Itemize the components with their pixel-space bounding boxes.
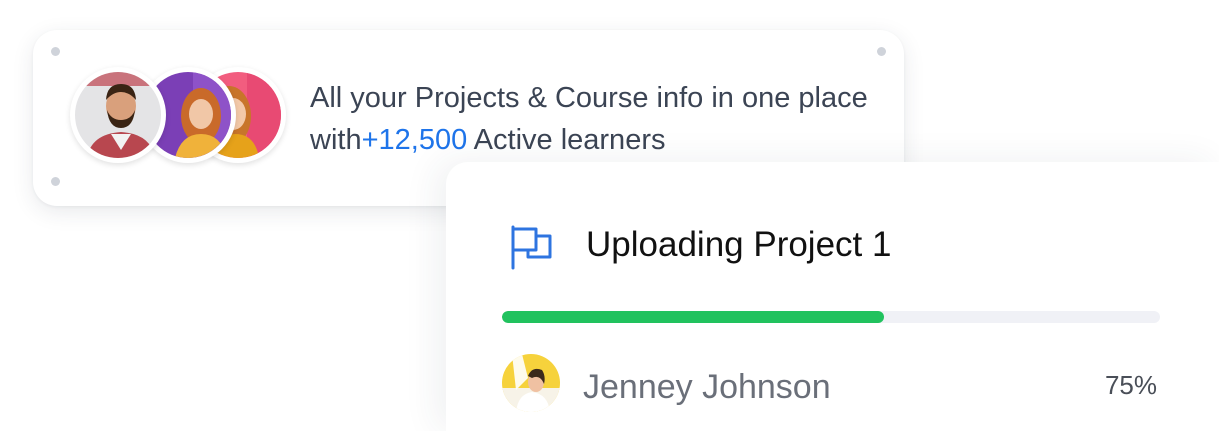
- upload-progress-bar: [502, 311, 1160, 323]
- promo-text-suffix: Active learners: [467, 124, 666, 156]
- learner-count: +12,500: [361, 124, 468, 156]
- upload-title: Uploading Project 1: [586, 225, 892, 264]
- progress-percent: 75%: [1104, 370, 1157, 400]
- man-avatar: [75, 72, 161, 158]
- promo-text: All your Projects & Course info in one p…: [310, 77, 870, 161]
- progress-fill: [502, 311, 884, 323]
- corner-dot: [51, 177, 60, 186]
- upload-card: Uploading Project 1 Jenney Johnson 75%: [446, 162, 1219, 431]
- avatar: [70, 67, 166, 163]
- user-name: Jenney Johnson: [583, 368, 831, 406]
- flag-icon: [508, 224, 554, 270]
- corner-dot: [877, 47, 886, 56]
- user-avatar: [502, 354, 560, 412]
- corner-dot: [51, 47, 60, 56]
